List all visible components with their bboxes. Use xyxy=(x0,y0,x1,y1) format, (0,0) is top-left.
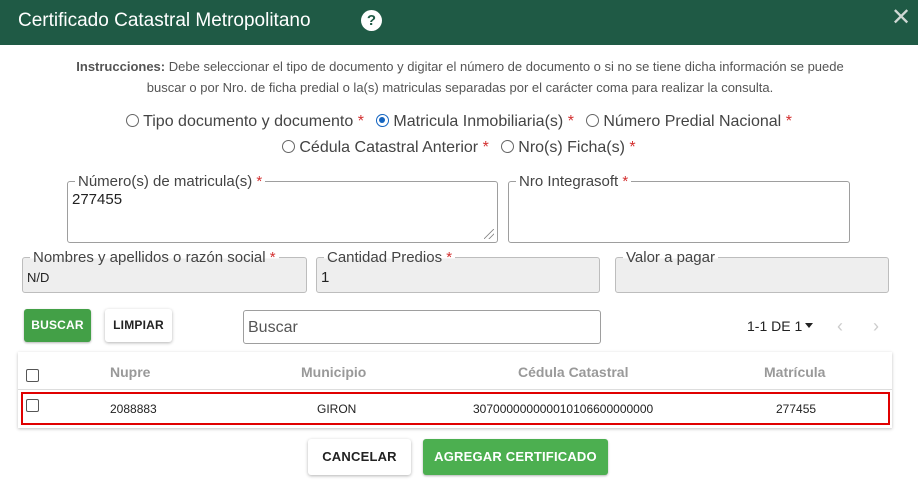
cell-nupre: 2088883 xyxy=(110,402,157,416)
column-header-municipio[interactable]: Municipio xyxy=(301,364,366,380)
column-header-nupre[interactable]: Nupre xyxy=(110,364,150,380)
cell-municipio: GIRON xyxy=(317,402,357,416)
cancel-button[interactable]: CANCELAR xyxy=(308,439,411,475)
instructions-label: Instrucciones: xyxy=(76,59,166,74)
dialog-header: Certificado Catastral Metropolitano ? ✕ xyxy=(0,0,918,45)
matricula-field[interactable]: Número(s) de matricula(s) * 277455 xyxy=(67,173,498,243)
buscar-button[interactable]: BUSCAR xyxy=(24,309,91,342)
row-checkbox[interactable] xyxy=(26,399,39,412)
dialog-title: Certificado Catastral Metropolitano xyxy=(18,10,311,31)
cantidad-value: 1 xyxy=(321,269,330,286)
next-page-icon[interactable]: › xyxy=(873,316,879,337)
column-header-matricula[interactable]: Matrícula xyxy=(764,364,825,380)
search-input[interactable]: Buscar xyxy=(243,310,601,344)
cell-matricula: 277455 xyxy=(776,402,817,416)
radio-circle-checked[interactable] xyxy=(376,114,390,127)
radio-numero-predial[interactable]: Número Predial Nacional * xyxy=(586,113,792,131)
radio-circle[interactable] xyxy=(586,114,600,127)
search-type-row-1: Tipo documento y documento * Matricula I… xyxy=(0,113,918,131)
radio-circle[interactable] xyxy=(501,140,515,153)
cantidad-label: Cantidad Predios * xyxy=(324,249,456,266)
nombres-value: N/D xyxy=(27,270,50,285)
integrasoft-field[interactable]: Nro Integrasoft * xyxy=(508,173,850,243)
column-header-cedula[interactable]: Cédula Catastral xyxy=(518,364,628,380)
valor-field: Valor a pagar xyxy=(615,249,889,293)
instructions: Instrucciones: Debe seleccionar el tipo … xyxy=(30,56,890,98)
radio-matricula[interactable]: Matricula Inmobiliaria(s) * xyxy=(376,113,574,131)
prev-page-icon[interactable]: ‹ xyxy=(837,316,843,337)
nombres-field: Nombres y apellidos o razón social * N/D xyxy=(22,249,307,293)
radio-tipo-documento[interactable]: Tipo documento y documento * xyxy=(126,113,364,131)
limpiar-button[interactable]: LIMPIAR xyxy=(105,309,172,342)
resize-handle-icon[interactable] xyxy=(484,229,494,239)
select-all-checkbox[interactable] xyxy=(26,369,39,382)
caret-down-icon xyxy=(805,323,814,328)
close-icon[interactable]: ✕ xyxy=(890,6,912,30)
instructions-line1: Debe seleccionar el tipo de documento y … xyxy=(168,59,844,74)
radio-circle[interactable] xyxy=(282,140,296,153)
table-row[interactable]: 2088883 GIRON 30700000000001010660000000… xyxy=(21,392,890,425)
integrasoft-label: Nro Integrasoft * xyxy=(516,173,632,190)
search-type-row-2: Cédula Catastral Anterior * Nro(s) Ficha… xyxy=(0,139,918,157)
matricula-label: Número(s) de matricula(s) * xyxy=(75,173,266,190)
table-header: Nupre Municipio Cédula Catastral Matrícu… xyxy=(18,352,892,390)
radio-ficha[interactable]: Nro(s) Ficha(s) * xyxy=(501,139,636,157)
instructions-line2: buscar o por Nro. de ficha predial o la(… xyxy=(146,80,774,95)
cantidad-field: Cantidad Predios * 1 xyxy=(316,249,600,293)
pagination-selector[interactable]: 1-1 DE 1 xyxy=(747,318,814,334)
valor-label: Valor a pagar xyxy=(623,249,718,266)
results-table: Nupre Municipio Cédula Catastral Matrícu… xyxy=(18,352,892,428)
radio-cedula-catastral[interactable]: Cédula Catastral Anterior * xyxy=(282,139,489,157)
matricula-value[interactable]: 277455 xyxy=(72,191,122,208)
radio-circle[interactable] xyxy=(126,114,140,127)
nombres-label: Nombres y apellidos o razón social * xyxy=(30,249,279,266)
help-icon[interactable]: ? xyxy=(361,10,382,31)
add-certificate-button[interactable]: AGREGAR CERTIFICADO xyxy=(423,439,608,475)
cell-cedula: 307000000000010106600000000 xyxy=(473,402,654,416)
